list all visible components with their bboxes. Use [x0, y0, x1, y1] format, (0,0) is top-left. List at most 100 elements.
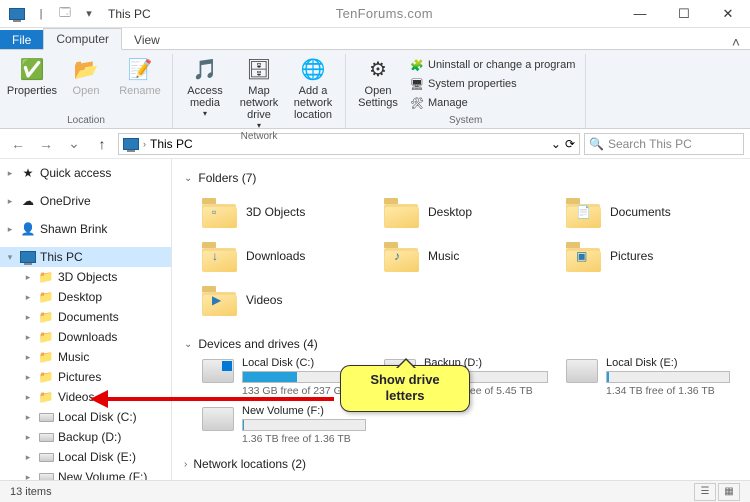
- expander-icon[interactable]: ▸: [22, 312, 34, 323]
- minimize-button[interactable]: —: [618, 0, 662, 28]
- ribbon: ✅ Properties 📂 Open 📝 Rename Location 🎵 …: [0, 49, 750, 129]
- tree-item[interactable]: ▸📁Documents: [0, 307, 171, 327]
- rename-icon: 📝: [126, 56, 154, 84]
- folder-item[interactable]: ▶Videos: [202, 279, 374, 321]
- forward-button[interactable]: →: [34, 132, 58, 156]
- tree-user[interactable]: ▸👤Shawn Brink: [0, 219, 171, 239]
- folder-icon: 📄: [566, 196, 602, 228]
- tree-item[interactable]: ▸ 📁 Desktop: [0, 287, 171, 307]
- star-icon: ★: [20, 165, 36, 181]
- expander-icon[interactable]: ▸: [22, 332, 34, 343]
- expander-icon[interactable]: ▸: [22, 292, 34, 303]
- refresh-icon[interactable]: ⟳: [565, 137, 575, 151]
- section-netloc[interactable]: ›Network locations (2): [184, 457, 738, 471]
- sysprops-icon: 🖥: [410, 77, 424, 91]
- open-label: Open: [73, 85, 100, 97]
- folder-item[interactable]: Desktop: [384, 191, 556, 233]
- rename-button[interactable]: 📝 Rename: [114, 54, 166, 97]
- address-dropdown-icon[interactable]: ⌄: [551, 137, 561, 151]
- expander-icon[interactable]: ▸: [22, 452, 34, 463]
- expander-icon[interactable]: ▸: [22, 372, 34, 383]
- open-settings-label: Open Settings: [352, 85, 404, 109]
- properties-button[interactable]: ✅ Properties: [6, 54, 58, 97]
- tree-label: Local Disk (C:): [58, 410, 137, 424]
- crumb-sep[interactable]: ›: [143, 139, 146, 149]
- chevron-right-icon: ›: [184, 459, 187, 470]
- tree-label: Pictures: [58, 370, 101, 384]
- close-button[interactable]: ✕: [706, 0, 750, 28]
- folder-icon: 📁: [38, 309, 54, 325]
- access-media-button[interactable]: 🎵 Access media▾: [179, 54, 231, 119]
- maximize-button[interactable]: ☐: [662, 0, 706, 28]
- tree-item[interactable]: ▸📁Downloads: [0, 327, 171, 347]
- tree-item[interactable]: ▸📁Pictures: [0, 367, 171, 387]
- settings-icon: ⚙: [364, 56, 392, 84]
- expander-icon[interactable]: ▸: [22, 352, 34, 363]
- ribbon-collapse-icon[interactable]: ˄: [722, 34, 750, 50]
- tree-item[interactable]: ▸📁3D Objects: [0, 267, 171, 287]
- drive-free-text: 1.34 TB free of 1.36 TB: [606, 385, 730, 397]
- sysprops-button[interactable]: 🖥System properties: [406, 75, 579, 93]
- open-settings-button[interactable]: ⚙ Open Settings: [352, 54, 404, 109]
- section-drives[interactable]: ⌄Devices and drives (4): [184, 337, 738, 351]
- tree-this-pc[interactable]: ▾This PC: [0, 247, 171, 267]
- folder-icon: 📁: [38, 269, 54, 285]
- tree-label: Backup (D:): [58, 430, 121, 444]
- annotation-callout: Show drive letters: [340, 365, 470, 412]
- chevron-down-icon: ⌄: [184, 339, 192, 350]
- search-icon: 🔍: [589, 137, 604, 151]
- crumb-thispc[interactable]: This PC: [150, 137, 193, 151]
- titlebar: | 🗔 ▾ This PC TenForums.com — ☐ ✕: [0, 0, 750, 28]
- properties-icon: ✅: [18, 56, 46, 84]
- back-button[interactable]: ←: [6, 132, 30, 156]
- open-button[interactable]: 📂 Open: [60, 54, 112, 97]
- view-tiles-button[interactable]: ▦: [718, 483, 740, 501]
- history-button[interactable]: ⌄: [62, 132, 86, 156]
- folder-item[interactable]: 📄Documents: [566, 191, 738, 233]
- tab-file[interactable]: File: [0, 30, 43, 50]
- uninstall-button[interactable]: 🧩Uninstall or change a program: [406, 56, 579, 74]
- expander-icon[interactable]: ▸: [22, 272, 34, 283]
- tree-item[interactable]: ▸ Backup (D:): [0, 427, 171, 447]
- ribbon-group-system: ⚙ Open Settings 🧩Uninstall or change a p…: [346, 54, 586, 128]
- folder-item[interactable]: ↓Downloads: [202, 235, 374, 277]
- access-media-label: Access media: [179, 85, 231, 109]
- address-bar[interactable]: › This PC ⌄ ⟳: [118, 133, 580, 155]
- tree-item[interactable]: ▸Local Disk (E:): [0, 447, 171, 467]
- drive-item[interactable]: Local Disk (E:)1.34 TB free of 1.36 TB: [566, 357, 738, 397]
- tree-item[interactable]: ▸ Local Disk (C:): [0, 407, 171, 427]
- address-pc-icon: [123, 138, 139, 150]
- manage-label: Manage: [428, 97, 468, 109]
- add-location-button[interactable]: 🌐 Add a network location: [287, 54, 339, 121]
- qa-properties-icon[interactable]: 🗔: [54, 3, 76, 25]
- tree-onedrive[interactable]: ▸☁OneDrive: [0, 191, 171, 211]
- map-drive-button[interactable]: 🗄 Map network drive▾: [233, 54, 285, 131]
- folder-item[interactable]: ▣Pictures: [566, 235, 738, 277]
- chevron-down-icon: ⌄: [184, 173, 192, 184]
- search-input[interactable]: 🔍 Search This PC: [584, 133, 744, 155]
- properties-label: Properties: [7, 85, 57, 97]
- drive-info: Local Disk (E:)1.34 TB free of 1.36 TB: [606, 357, 738, 397]
- tree-item[interactable]: ▸📁Music: [0, 347, 171, 367]
- address-row: ← → ⌄ ↑ › This PC ⌄ ⟳ 🔍 Search This PC: [0, 129, 750, 159]
- folder-item[interactable]: ♪Music: [384, 235, 556, 277]
- tree-quick-access[interactable]: ▸★Quick access: [0, 163, 171, 183]
- drive-usage-bar: [606, 371, 730, 383]
- expander-icon[interactable]: ▸: [22, 432, 34, 443]
- tab-view[interactable]: View: [122, 30, 172, 50]
- folder-icon: 📁: [38, 289, 54, 305]
- view-details-button[interactable]: ☰: [694, 483, 716, 501]
- tab-computer[interactable]: Computer: [43, 28, 122, 50]
- tree-label: Desktop: [58, 290, 102, 304]
- tree-label: OneDrive: [40, 194, 91, 208]
- uninstall-label: Uninstall or change a program: [428, 59, 575, 71]
- section-folders[interactable]: ⌄Folders (7): [184, 171, 738, 185]
- expander-icon[interactable]: ▸: [22, 392, 34, 403]
- qa-dropdown-icon[interactable]: ▾: [78, 3, 100, 25]
- manage-button[interactable]: 🛠Manage: [406, 94, 579, 112]
- drive-icon: [566, 359, 598, 383]
- folder-item[interactable]: ▫3D Objects: [202, 191, 374, 233]
- expander-icon[interactable]: ▸: [22, 412, 34, 423]
- up-button[interactable]: ↑: [90, 132, 114, 156]
- status-count: 13 items: [10, 486, 52, 498]
